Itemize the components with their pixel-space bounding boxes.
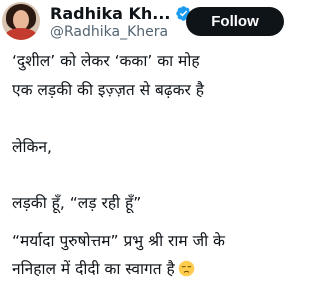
tweet-line-with-emoji: ननिहाल में दीदी का स्वागत है — [12, 258, 195, 280]
avatar[interactable] — [2, 2, 40, 40]
pensive-face-icon — [178, 260, 195, 277]
avatar-shirt — [5, 28, 37, 40]
tweet-line: लेकिन, — [12, 138, 52, 156]
tweet-line: “मर्यादा पुरुषोत्तम” प्रभु श्री राम जी क… — [12, 232, 225, 250]
tweet-header: Radhika Kh... @Radhika_Khera Follow — [0, 0, 300, 44]
tweet-line: ‘दुशील’ को लेकर ‘कका’ का मोह — [12, 52, 200, 70]
tweet-line-text: ननिहाल में दीदी का स्वागत है — [12, 260, 175, 278]
follow-button[interactable]: Follow — [186, 7, 284, 36]
tweet-line: लड़की हूँ, “लड़ रही हूँ” — [12, 194, 142, 212]
display-name[interactable]: Radhika Kh... — [50, 4, 170, 23]
user-handle[interactable]: @Radhika_Khera — [50, 24, 168, 40]
name-row: Radhika Kh... — [50, 2, 192, 24]
tweet-line: एक लड़की की इज़्ज़त से बढ़कर है — [12, 81, 205, 99]
avatar-face — [13, 10, 29, 30]
